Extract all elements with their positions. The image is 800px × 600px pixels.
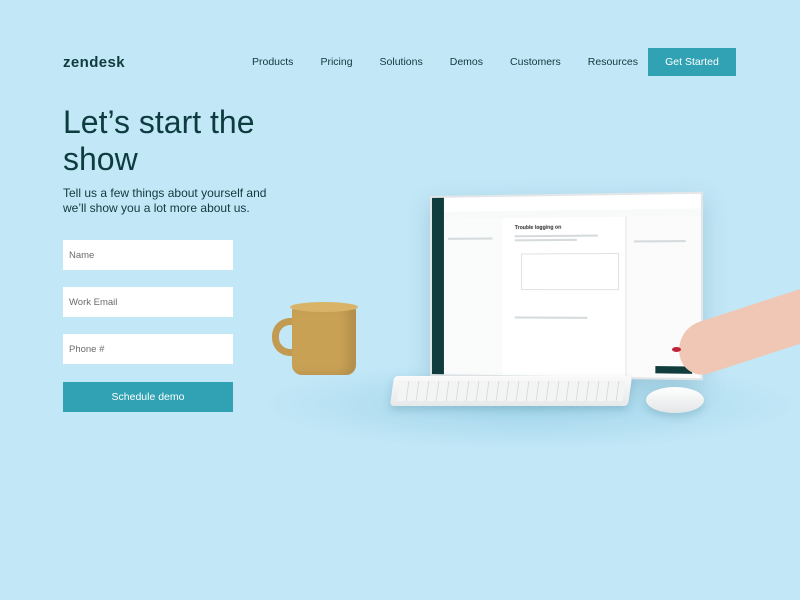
name-input[interactable] — [63, 240, 233, 270]
nav-products[interactable]: Products — [252, 56, 293, 68]
schedule-demo-button[interactable]: Schedule demo — [63, 382, 233, 412]
monitor-text-line — [633, 240, 686, 243]
fingernail — [672, 347, 681, 352]
monitor-text-line — [447, 237, 493, 240]
hero-title: Let’s start the show — [63, 104, 255, 177]
mug-body — [292, 305, 356, 375]
nav-pricing[interactable]: Pricing — [320, 56, 352, 68]
monitor-left-panel — [443, 218, 504, 376]
monitor-ticket-title: Trouble logging on — [514, 224, 562, 232]
get-started-button[interactable]: Get Started — [648, 48, 736, 76]
work-email-input[interactable] — [63, 287, 233, 317]
nav-resources[interactable]: Resources — [588, 56, 638, 68]
nav-customers[interactable]: Customers — [510, 56, 561, 68]
keyboard-image — [389, 376, 633, 406]
mug-rim — [290, 302, 358, 312]
hero-subtitle: Tell us a few things about yourself and … — [63, 186, 267, 215]
monitor-reply-box — [520, 252, 620, 291]
nav-demos[interactable]: Demos — [450, 56, 483, 68]
monitor-sidebar — [431, 197, 444, 375]
phone-input[interactable] — [63, 334, 233, 364]
zendesk-logo[interactable]: zendesk — [63, 54, 125, 71]
monitor-text-line — [514, 316, 588, 319]
nav-solutions[interactable]: Solutions — [380, 56, 423, 68]
main-nav: Products Pricing Solutions Demos Custome… — [252, 56, 665, 68]
monitor-screenshot: Trouble logging on — [430, 191, 704, 381]
mouse-image — [646, 387, 704, 413]
